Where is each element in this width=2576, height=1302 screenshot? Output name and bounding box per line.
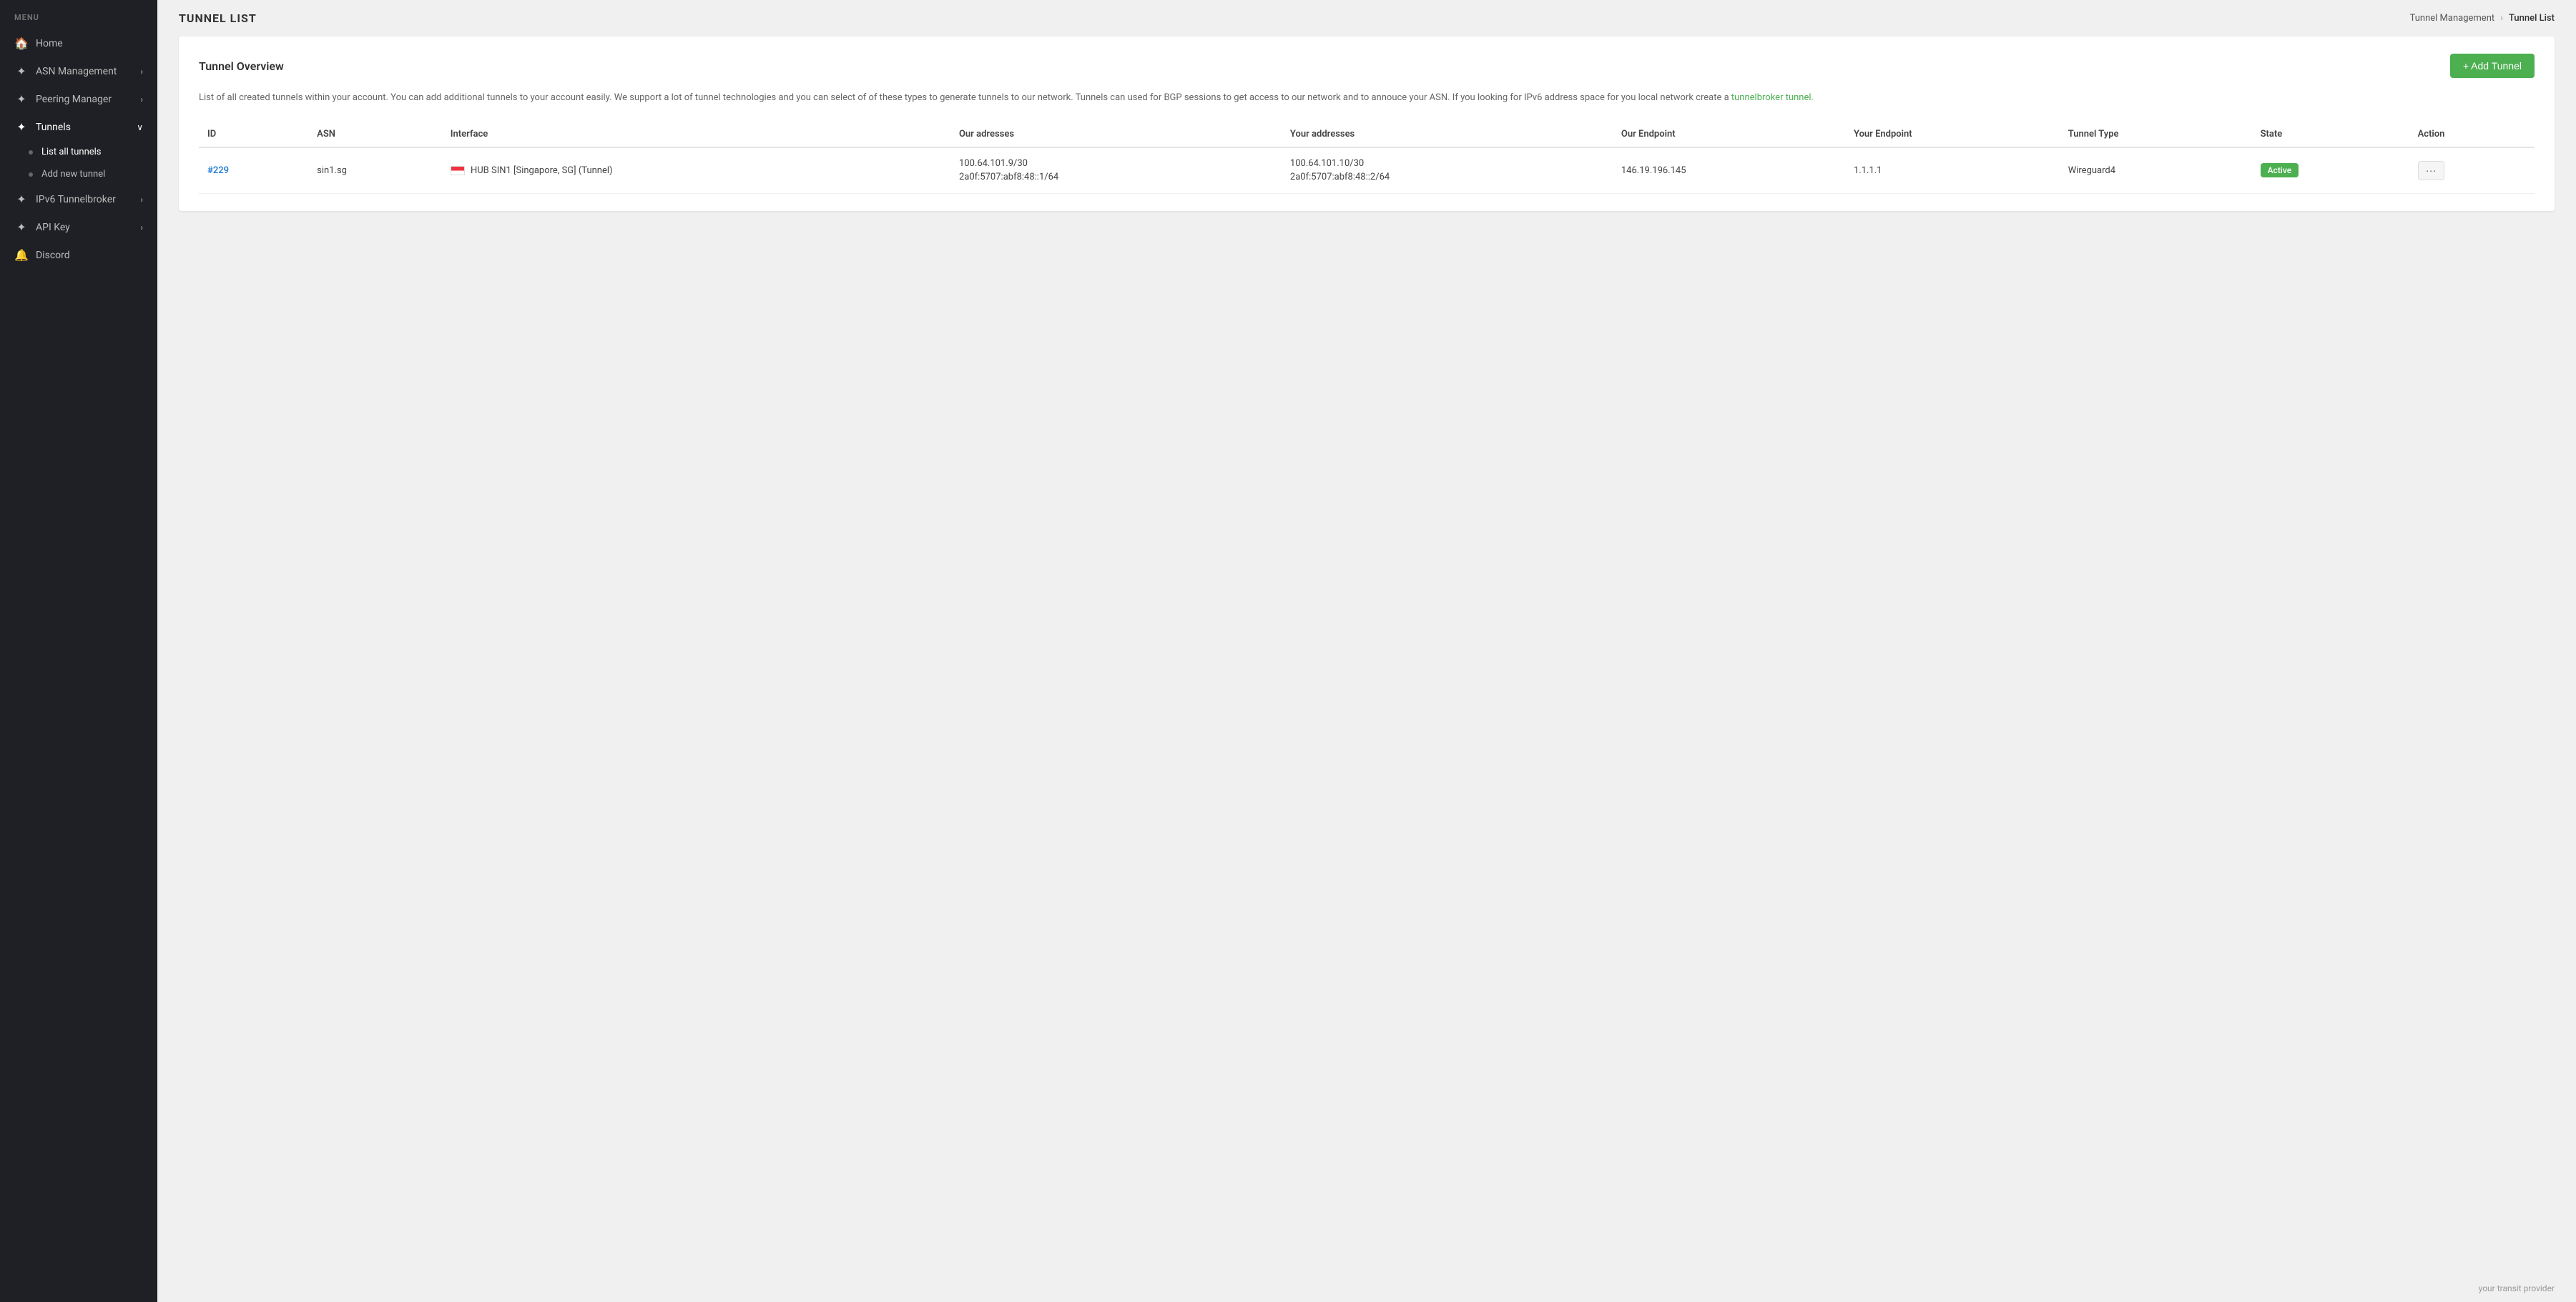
status-badge: Active (2261, 163, 2299, 177)
api-key-icon: ✦ (14, 220, 29, 234)
col-your-endpoint: Your Endpoint (1845, 122, 2060, 147)
asn-icon: ✦ (14, 64, 29, 78)
top-bar: TUNNEL LIST Tunnel Management › Tunnel L… (157, 0, 2576, 36)
your-addr-line2: 2a0f:5707:abf8:48::2/64 (1290, 170, 1604, 185)
tunnel-id-link[interactable]: #229 (207, 165, 229, 176)
interface-label: HUB SIN1 [Singapore, SG] (Tunnel) (471, 165, 613, 176)
chevron-down-icon: ∨ (137, 122, 143, 132)
chevron-right-icon: › (140, 195, 143, 205)
main-content: TUNNEL LIST Tunnel Management › Tunnel L… (157, 0, 2576, 1302)
sidebar-item-label: IPv6 Tunnelbroker (36, 194, 116, 205)
footer: your transit provider (157, 1275, 2576, 1302)
cell-your-addresses: 100.64.101.10/30 2a0f:5707:abf8:48::2/64 (1282, 147, 1613, 194)
card-title: Tunnel Overview (199, 59, 284, 73)
your-addr-line1: 100.64.101.10/30 (1290, 157, 1604, 171)
table-row: #229 sin1.sg HUB SIN1 [Singapore, SG] (T… (199, 147, 2535, 194)
col-asn: ASN (308, 122, 442, 147)
sidebar-item-ipv6-tunnelbroker[interactable]: ✦ IPv6 Tunnelbroker › (0, 185, 157, 213)
table-body: #229 sin1.sg HUB SIN1 [Singapore, SG] (T… (199, 147, 2535, 194)
discord-icon: 🔔 (14, 248, 29, 262)
breadcrumb-tunnel-management[interactable]: Tunnel Management (2410, 13, 2495, 24)
tunnel-overview-card: Tunnel Overview + Add Tunnel List of all… (179, 36, 2555, 211)
sidebar-item-asn-management[interactable]: ✦ ASN Management › (0, 57, 157, 85)
chevron-right-icon: › (140, 67, 143, 77)
content-area: Tunnel Overview + Add Tunnel List of all… (157, 36, 2576, 1275)
page-title: TUNNEL LIST (179, 11, 257, 25)
table-header: ID ASN Interface Our adresses Your addre… (199, 122, 2535, 147)
col-our-addresses: Our adresses (950, 122, 1282, 147)
card-header: Tunnel Overview + Add Tunnel (199, 54, 2535, 78)
cell-id: #229 (199, 147, 308, 194)
chevron-right-icon: › (140, 222, 143, 232)
col-our-endpoint: Our Endpoint (1613, 122, 1845, 147)
breadcrumb-separator: › (2500, 13, 2503, 24)
cell-action: ··· (2409, 147, 2535, 194)
sidebar-item-discord[interactable]: 🔔 Discord (0, 241, 157, 269)
sidebar-item-label: Tunnels (36, 122, 71, 133)
our-addr-line1: 100.64.101.9/30 (959, 157, 1273, 171)
col-state: State (2252, 122, 2409, 147)
card-description: List of all created tunnels within your … (199, 91, 2535, 106)
col-interface: Interface (442, 122, 950, 147)
flag-icon (451, 166, 465, 175)
col-id: ID (199, 122, 308, 147)
sub-item-label: List all tunnels (41, 147, 102, 157)
tunnels-table: ID ASN Interface Our adresses Your addre… (199, 122, 2535, 194)
breadcrumb-current: Tunnel List (2509, 13, 2555, 24)
cell-your-endpoint: 1.1.1.1 (1845, 147, 2060, 194)
sidebar-item-api-key[interactable]: ✦ API Key › (0, 213, 157, 241)
menu-label: MENU (0, 0, 157, 29)
sidebar-item-peering-manager[interactable]: ✦ Peering Manager › (0, 85, 157, 113)
cell-our-addresses: 100.64.101.9/30 2a0f:5707:abf8:48::1/64 (950, 147, 1282, 194)
description-text: List of all created tunnels within your … (199, 92, 1729, 103)
sidebar: MENU 🏠 Home ✦ ASN Management › ✦ Peering… (0, 0, 157, 1302)
bullet-icon (29, 172, 33, 177)
sidebar-item-label: Peering Manager (36, 94, 112, 105)
home-icon: 🏠 (14, 36, 29, 50)
footer-text: your transit provider (2479, 1283, 2555, 1293)
sidebar-item-list-all-tunnels[interactable]: List all tunnels (0, 141, 157, 163)
sidebar-item-label: Home (36, 38, 63, 49)
sidebar-item-add-new-tunnel[interactable]: Add new tunnel (0, 163, 157, 185)
col-tunnel-type: Tunnel Type (2060, 122, 2252, 147)
tunnels-icon: ✦ (14, 120, 29, 134)
breadcrumb: Tunnel Management › Tunnel List (2410, 13, 2555, 24)
ipv6-icon: ✦ (14, 192, 29, 206)
col-action: Action (2409, 122, 2535, 147)
cell-state: Active (2252, 147, 2409, 194)
peering-icon: ✦ (14, 92, 29, 106)
cell-interface: HUB SIN1 [Singapore, SG] (Tunnel) (442, 147, 950, 194)
sidebar-item-label: API Key (36, 222, 70, 233)
tunnelbroker-link[interactable]: tunnelbroker tunnel. (1731, 92, 1814, 103)
sidebar-item-home[interactable]: 🏠 Home (0, 29, 157, 57)
col-your-addresses: Your addresses (1282, 122, 1613, 147)
cell-our-endpoint: 146.19.196.145 (1613, 147, 1845, 194)
cell-tunnel-type: Wireguard4 (2060, 147, 2252, 194)
cell-asn: sin1.sg (308, 147, 442, 194)
action-menu-button[interactable]: ··· (2418, 161, 2444, 180)
sidebar-item-label: Discord (36, 250, 70, 261)
sidebar-item-tunnels[interactable]: ✦ Tunnels ∨ (0, 113, 157, 141)
sidebar-item-label: ASN Management (36, 66, 117, 77)
chevron-right-icon: › (140, 94, 143, 104)
bullet-icon (29, 150, 33, 155)
sub-item-label: Add new tunnel (41, 169, 105, 180)
add-tunnel-button[interactable]: + Add Tunnel (2450, 54, 2535, 78)
table-header-row: ID ASN Interface Our adresses Your addre… (199, 122, 2535, 147)
our-addr-line2: 2a0f:5707:abf8:48::1/64 (959, 170, 1273, 185)
